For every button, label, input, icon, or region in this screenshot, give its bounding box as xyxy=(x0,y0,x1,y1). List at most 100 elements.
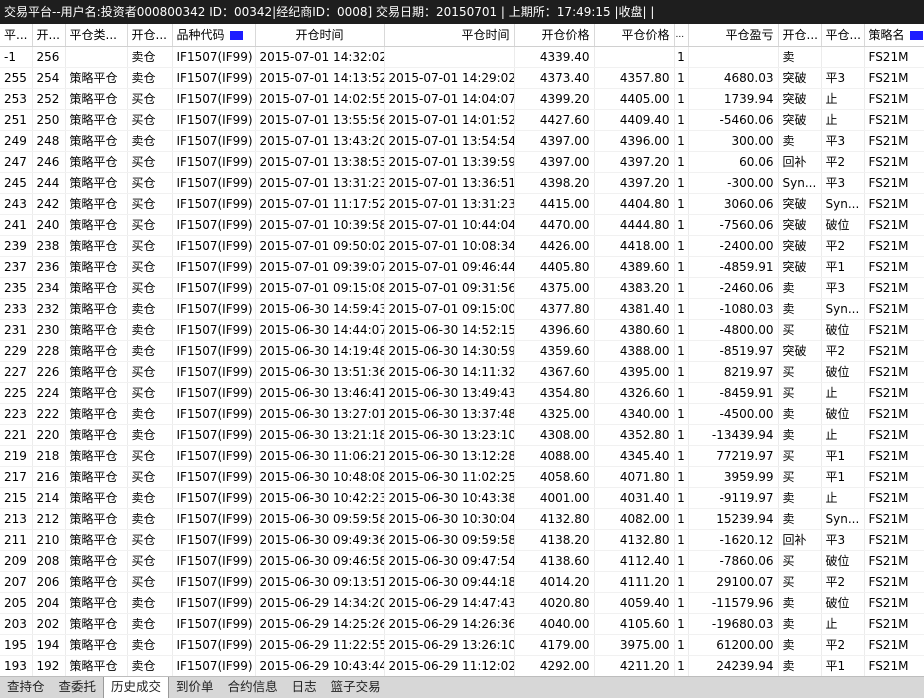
column-header-quantity[interactable]: ... xyxy=(674,24,689,47)
column-header-close-price[interactable]: 平仓价格 xyxy=(594,24,675,47)
tab-3[interactable]: 到价单 xyxy=(169,677,221,698)
cell-close-type: 策略平仓 xyxy=(65,109,128,131)
column-header-close-time[interactable]: 平仓时间 xyxy=(384,24,515,47)
column-header-close-seq[interactable]: 平... xyxy=(0,24,33,47)
cell-close-seq: 225 xyxy=(0,382,33,404)
cell-close-seq: 243 xyxy=(0,193,33,215)
cell-close-seq: 245 xyxy=(0,172,33,194)
table-body: -1 256 卖仓 IF1507(IF99) 2015-07-01 14:32:02 43… xyxy=(0,46,924,676)
column-header-instrument[interactable]: 品种代码 xyxy=(172,24,256,47)
cell-instrument: IF1507(IF99) xyxy=(172,466,256,488)
cell-open-signal: 买 xyxy=(778,466,822,488)
cell-instrument: IF1507(IF99) xyxy=(172,340,256,362)
cell-open-direction: 卖仓 xyxy=(127,340,173,362)
table-row[interactable]: 233 232 策略平仓 卖仓 IF1507(IF99) 2015-06-30 14:59… xyxy=(0,298,924,320)
column-header-close-signal[interactable]: 平仓... xyxy=(821,24,865,47)
table-row[interactable]: 211 210 策略平仓 买仓 IF1507(IF99) 2015-06-30 09:49… xyxy=(0,529,924,551)
table-row[interactable]: 219 218 策略平仓 买仓 IF1507(IF99) 2015-06-30 11:06… xyxy=(0,445,924,467)
tab-5[interactable]: 日志 xyxy=(285,677,324,698)
cell-close-time: 2015-06-30 13:12:28 xyxy=(384,445,515,467)
table-row[interactable]: 213 212 策略平仓 卖仓 IF1507(IF99) 2015-06-30 09:59… xyxy=(0,508,924,530)
cell-close-pnl: -8519.97 xyxy=(688,340,779,362)
table-row[interactable]: 239 238 策略平仓 买仓 IF1507(IF99) 2015-07-01 09:50… xyxy=(0,235,924,257)
column-header-close-type[interactable]: 平仓类... xyxy=(65,24,128,47)
cell-quantity: 1 xyxy=(674,634,689,656)
trades-table: 平... 开... 平仓类... 开仓... 品种代码 开仓时间 平仓时间 开仓… xyxy=(0,24,924,676)
cell-instrument: IF1507(IF99) xyxy=(172,67,256,89)
table-row[interactable]: 223 222 策略平仓 卖仓 IF1507(IF99) 2015-06-30 13:27… xyxy=(0,403,924,425)
cell-open-time: 2015-07-01 10:39:58 xyxy=(255,214,385,236)
cell-open-direction: 卖仓 xyxy=(127,67,173,89)
column-header-open-signal[interactable]: 开仓... xyxy=(778,24,822,47)
cell-instrument: IF1507(IF99) xyxy=(172,88,256,110)
tab-2[interactable]: 历史成交 xyxy=(103,677,170,698)
cell-close-type: 策略平仓 xyxy=(65,214,128,236)
cell-quantity: 1 xyxy=(674,298,689,320)
cell-open-signal: 回补 xyxy=(778,529,822,551)
column-header-open-price[interactable]: 开仓价格 xyxy=(514,24,595,47)
cell-quantity: 1 xyxy=(674,67,689,89)
cell-open-signal: 卖 xyxy=(778,46,822,68)
table-row[interactable]: 207 206 策略平仓 买仓 IF1507(IF99) 2015-06-30 09:13… xyxy=(0,571,924,593)
column-header-open-direction[interactable]: 开仓... xyxy=(127,24,173,47)
cell-close-seq: 249 xyxy=(0,130,33,152)
table-row[interactable]: 247 246 策略平仓 买仓 IF1507(IF99) 2015-07-01 13:38… xyxy=(0,151,924,173)
table-row[interactable]: 203 202 策略平仓 卖仓 IF1507(IF99) 2015-06-29 14:25… xyxy=(0,613,924,635)
tab-1[interactable]: 查委托 xyxy=(52,677,104,698)
table-row[interactable]: 195 194 策略平仓 卖仓 IF1507(IF99) 2015-06-29 11:22… xyxy=(0,634,924,656)
cell-open-signal: 回补 xyxy=(778,151,822,173)
tab-0[interactable]: 查持仓 xyxy=(0,677,52,698)
cell-close-time: 2015-07-01 13:54:54 xyxy=(384,130,515,152)
table-row[interactable]: 237 236 策略平仓 买仓 IF1507(IF99) 2015-07-01 09:39… xyxy=(0,256,924,278)
cell-open-seq: 248 xyxy=(32,130,66,152)
cell-instrument: IF1507(IF99) xyxy=(172,256,256,278)
cell-close-type: 策略平仓 xyxy=(65,466,128,488)
cell-quantity: 1 xyxy=(674,130,689,152)
table-row[interactable]: 241 240 策略平仓 买仓 IF1507(IF99) 2015-07-01 10:39… xyxy=(0,214,924,236)
table-row[interactable]: 217 216 策略平仓 买仓 IF1507(IF99) 2015-06-30 10:48… xyxy=(0,466,924,488)
cell-open-time: 2015-07-01 13:55:56 xyxy=(255,109,385,131)
column-marker-icon xyxy=(909,31,923,41)
table-row[interactable]: 253 252 策略平仓 买仓 IF1507(IF99) 2015-07-01 14:02… xyxy=(0,88,924,110)
cell-strategy: FS21M xyxy=(864,88,924,110)
cell-close-price: 4404.80 xyxy=(594,193,675,215)
cell-close-time: 2015-06-29 14:26:36 xyxy=(384,613,515,635)
tab-6[interactable]: 篮子交易 xyxy=(324,677,388,698)
column-header-open-time[interactable]: 开仓时间 xyxy=(255,24,385,47)
column-header-strategy[interactable]: 策略名 xyxy=(864,24,924,47)
table-row[interactable]: 243 242 策略平仓 买仓 IF1507(IF99) 2015-07-01 11:17… xyxy=(0,193,924,215)
table-row[interactable]: 245 244 策略平仓 买仓 IF1507(IF99) 2015-07-01 13:31… xyxy=(0,172,924,194)
cell-open-price: 4427.60 xyxy=(514,109,595,131)
table-row[interactable]: -1 256 卖仓 IF1507(IF99) 2015-07-01 14:32:02 43… xyxy=(0,46,924,68)
cell-open-price: 4292.00 xyxy=(514,655,595,676)
cell-open-signal: 卖 xyxy=(778,424,822,446)
column-header-close-pnl[interactable]: 平仓盈亏 xyxy=(688,24,779,47)
table-row[interactable]: 209 208 策略平仓 买仓 IF1507(IF99) 2015-06-30 09:46… xyxy=(0,550,924,572)
table-row[interactable]: 215 214 策略平仓 卖仓 IF1507(IF99) 2015-06-30 10:42… xyxy=(0,487,924,509)
history-trades-grid[interactable]: 平... 开... 平仓类... 开仓... 品种代码 开仓时间 平仓时间 开仓… xyxy=(0,24,924,676)
cell-open-price: 4470.00 xyxy=(514,214,595,236)
cell-close-type: 策略平仓 xyxy=(65,592,128,614)
cell-open-seq: 202 xyxy=(32,613,66,635)
table-row[interactable]: 231 230 策略平仓 卖仓 IF1507(IF99) 2015-06-30 14:44… xyxy=(0,319,924,341)
table-row[interactable]: 235 234 策略平仓 买仓 IF1507(IF99) 2015-07-01 09:15… xyxy=(0,277,924,299)
cell-open-direction: 买仓 xyxy=(127,193,173,215)
table-row[interactable]: 229 228 策略平仓 卖仓 IF1507(IF99) 2015-06-30 14:19… xyxy=(0,340,924,362)
cell-open-signal: 突破 xyxy=(778,235,822,257)
table-row[interactable]: 205 204 策略平仓 卖仓 IF1507(IF99) 2015-06-29 14:34… xyxy=(0,592,924,614)
column-header-open-seq[interactable]: 开... xyxy=(32,24,66,47)
cell-open-direction: 卖仓 xyxy=(127,46,173,68)
cell-close-price: 4059.40 xyxy=(594,592,675,614)
table-row[interactable]: 193 192 策略平仓 卖仓 IF1507(IF99) 2015-06-29 10:43… xyxy=(0,655,924,676)
cell-close-signal: 平3 xyxy=(821,529,865,551)
table-row[interactable]: 255 254 策略平仓 卖仓 IF1507(IF99) 2015-07-01 14:13… xyxy=(0,67,924,89)
cell-strategy: FS21M xyxy=(864,592,924,614)
table-row[interactable]: 221 220 策略平仓 卖仓 IF1507(IF99) 2015-06-30 13:21… xyxy=(0,424,924,446)
table-row[interactable]: 251 250 策略平仓 买仓 IF1507(IF99) 2015-07-01 13:55… xyxy=(0,109,924,131)
tab-4[interactable]: 合约信息 xyxy=(221,677,285,698)
table-row[interactable]: 227 226 策略平仓 买仓 IF1507(IF99) 2015-06-30 13:51… xyxy=(0,361,924,383)
table-row[interactable]: 249 248 策略平仓 卖仓 IF1507(IF99) 2015-07-01 13:43… xyxy=(0,130,924,152)
table-row[interactable]: 225 224 策略平仓 买仓 IF1507(IF99) 2015-06-30 13:46… xyxy=(0,382,924,404)
cell-open-seq: 222 xyxy=(32,403,66,425)
cell-close-price: 4345.40 xyxy=(594,445,675,467)
